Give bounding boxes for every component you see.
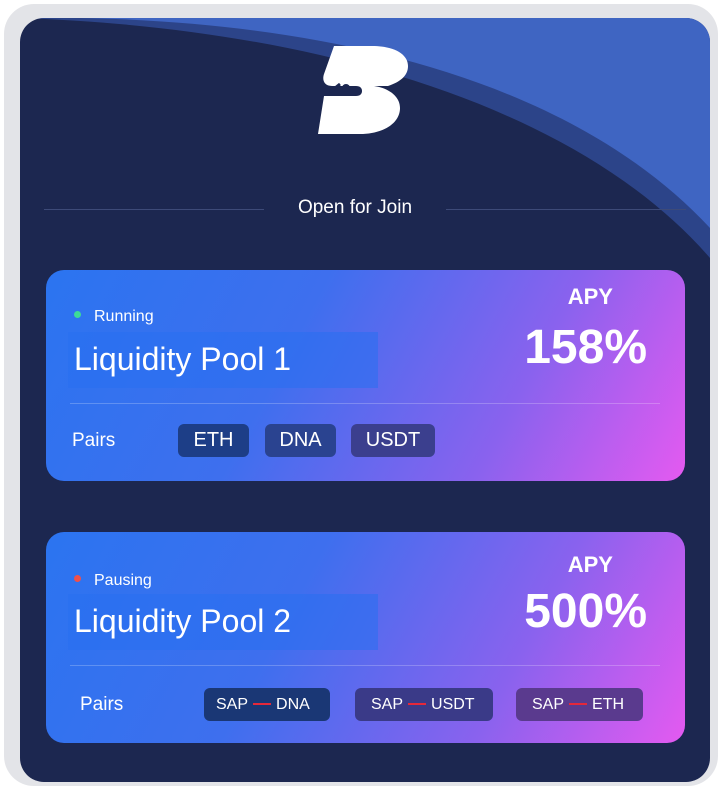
title-divider-left	[44, 209, 264, 210]
pairs-label: Pairs	[72, 430, 116, 451]
pair-from: SAP	[216, 696, 249, 713]
pair-connector-icon	[253, 702, 272, 705]
pairs-label: Pairs	[80, 694, 124, 715]
pair-from: SAP	[532, 696, 565, 713]
pair-from: SAP	[371, 696, 404, 713]
token-tag-dna[interactable]: DNA	[265, 424, 336, 457]
pool-card-1[interactable]: Running Liquidity Pool 1 APY 158% Pairs …	[46, 270, 685, 481]
apy-label: APY	[567, 552, 613, 577]
token-tag-eth[interactable]: ETH	[178, 424, 249, 457]
card-divider	[70, 665, 660, 666]
pair-tag-sap-eth[interactable]: SAP ETH	[516, 688, 643, 721]
outer-frame: Open for Join Running Liquidity Pool 1 A…	[4, 4, 718, 786]
token-tag-usdt[interactable]: USDT	[351, 424, 435, 457]
pool-status: Running	[74, 308, 154, 326]
pair-tag-sap-usdt[interactable]: SAP USDT	[355, 688, 493, 721]
status-label: Running	[94, 308, 154, 325]
pool-status: Pausing	[74, 572, 152, 590]
pair-to: DNA	[276, 696, 310, 713]
pool-name-container: Liquidity Pool 1	[68, 332, 378, 388]
status-label: Pausing	[94, 572, 152, 589]
pool-card-2[interactable]: Pausing Liquidity Pool 2 APY 500% Pairs …	[46, 532, 685, 743]
status-dot-icon	[74, 575, 81, 583]
card-divider	[70, 403, 660, 404]
title-divider-right	[446, 209, 686, 210]
brand-s-logo-icon	[318, 46, 408, 134]
pair-to: ETH	[592, 696, 625, 713]
status-dot-icon	[74, 311, 81, 319]
pools-panel: Open for Join Running Liquidity Pool 1 A…	[20, 18, 710, 782]
pair-connector-icon	[569, 702, 588, 705]
pool-name: Liquidity Pool 1	[74, 341, 292, 377]
section-title: Open for Join	[297, 197, 413, 218]
pool-name-container: Liquidity Pool 2	[68, 594, 378, 650]
apy-label: APY	[567, 284, 613, 309]
pool-name: Liquidity Pool 2	[74, 603, 292, 639]
pair-to: USDT	[431, 696, 475, 713]
pair-tag-sap-dna[interactable]: SAP DNA	[204, 688, 330, 721]
pair-connector-icon	[408, 702, 427, 705]
apy-value: 500%	[524, 585, 647, 638]
apy-value: 158%	[524, 321, 647, 374]
